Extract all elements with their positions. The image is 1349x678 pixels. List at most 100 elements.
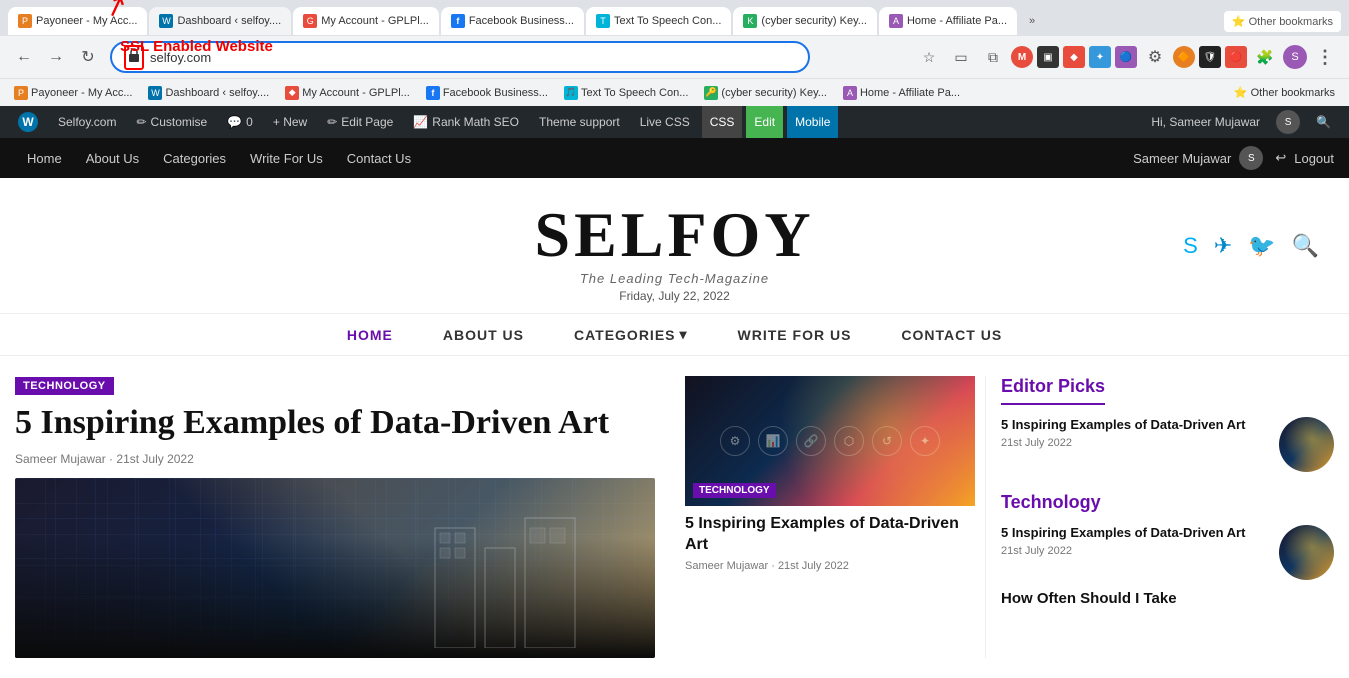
cast-icon[interactable]: ▭ bbox=[947, 43, 975, 71]
wp-rank-math[interactable]: 📈 Rank Math SEO bbox=[405, 106, 527, 138]
sidebar-thumb-2[interactable] bbox=[1279, 525, 1334, 580]
new-label: + New bbox=[273, 115, 307, 129]
secondary-article-title[interactable]: 5 Inspiring Examples of Data-Driven Art bbox=[685, 514, 975, 556]
ext7-icon[interactable]: 🛡 bbox=[1199, 46, 1221, 68]
site-nav-contact[interactable]: Contact Us bbox=[335, 138, 423, 178]
other-bookmarks-tab[interactable]: ⭐ Other bookmarks bbox=[1224, 11, 1341, 32]
wp-site-name[interactable]: Selfoy.com bbox=[50, 106, 124, 138]
skype-icon[interactable]: S bbox=[1183, 233, 1198, 259]
bookmark-tts[interactable]: 🎵 Text To Speech Con... bbox=[558, 84, 694, 102]
middle-column: ⚙ 📊 🔗 ⬡ ↺ ✦ TECHNOLOGY 5 Inspiring Examp… bbox=[675, 376, 985, 658]
bookmark-payoneer[interactable]: P Payoneer - My Acc... bbox=[8, 84, 138, 102]
tab-label: Text To Speech Con... bbox=[614, 15, 721, 27]
secondary-article: ⚙ 📊 🔗 ⬡ ↺ ✦ TECHNOLOGY 5 Inspiring Examp… bbox=[685, 376, 975, 572]
ext8-icon[interactable]: 🔴 bbox=[1225, 46, 1247, 68]
tech-icon-2: 📊 bbox=[758, 426, 788, 456]
tab-label: Payoneer - My Acc... bbox=[36, 15, 137, 27]
wp-edit-button[interactable]: Edit bbox=[746, 106, 783, 138]
logout-link[interactable]: Logout bbox=[1294, 151, 1334, 166]
main-nav-contact-label: CONTACT US bbox=[901, 327, 1002, 343]
wp-admin-bar: W Selfoy.com ✏ Customise 💬 0 + New ✏ Edi… bbox=[0, 106, 1349, 138]
main-nav-home[interactable]: HOME bbox=[347, 327, 393, 343]
secondary-thumbnail[interactable]: ⚙ 📊 🔗 ⬡ ↺ ✦ TECHNOLOGY bbox=[685, 376, 975, 506]
wp-logo-item[interactable]: W bbox=[10, 106, 46, 138]
ext1-icon[interactable]: ▣ bbox=[1037, 46, 1059, 68]
site-nav-about[interactable]: About Us bbox=[74, 138, 151, 178]
bookmark-gplpl[interactable]: ◆ My Account - GPLPl... bbox=[279, 84, 416, 102]
more-tabs-button[interactable]: » bbox=[1023, 11, 1041, 31]
main-article: TECHNOLOGY 5 Inspiring Examples of Data-… bbox=[15, 376, 675, 658]
tab-tts[interactable]: T Text To Speech Con... bbox=[586, 7, 731, 35]
css-label: CSS bbox=[710, 115, 735, 129]
tab-selfoy[interactable]: W Dashboard ‹ selfoy.... bbox=[149, 7, 291, 35]
bm-favicon: P bbox=[14, 86, 28, 100]
tab-payoneer[interactable]: P Payoneer - My Acc... bbox=[8, 7, 147, 35]
gmail-icon[interactable]: M bbox=[1011, 46, 1033, 68]
site-nav-home[interactable]: Home bbox=[15, 138, 74, 178]
main-nav-contact[interactable]: CONTACT US bbox=[901, 327, 1002, 343]
wp-edit-page[interactable]: ✏ Edit Page bbox=[319, 106, 401, 138]
wp-live-css[interactable]: Live CSS bbox=[632, 106, 698, 138]
profile-icon[interactable]: S bbox=[1283, 45, 1307, 69]
site-nav-write[interactable]: Write For Us bbox=[238, 138, 335, 178]
bm-favicon: f bbox=[426, 86, 440, 100]
bookmark-facebook[interactable]: f Facebook Business... bbox=[420, 84, 554, 102]
browser-action-icons: ☆ ▭ ⧉ M ▣ ◆ ✦ 🔵 ⚙ 🔶 🛡 🔴 🧩 S ⋮ bbox=[915, 43, 1339, 71]
wp-css-button[interactable]: CSS bbox=[702, 106, 743, 138]
sidebar-article-2-info: 5 Inspiring Examples of Data-Driven Art … bbox=[1001, 525, 1269, 557]
bm-favicon: A bbox=[843, 86, 857, 100]
ext5-icon[interactable]: ⚙ bbox=[1141, 43, 1169, 71]
bookmark-icon[interactable]: ☆ bbox=[915, 43, 943, 71]
wp-mobile-button[interactable]: Mobile bbox=[787, 106, 838, 138]
search-header-icon[interactable]: 🔍 bbox=[1292, 233, 1319, 259]
sidebar-article-1-date: 21st July 2022 bbox=[1001, 437, 1269, 449]
tab-gplpl[interactable]: G My Account - GPLPl... bbox=[293, 7, 439, 35]
bookmark-affiliate[interactable]: A Home - Affiliate Pa... bbox=[837, 84, 966, 102]
sidebar-article-2-title[interactable]: 5 Inspiring Examples of Data-Driven Art bbox=[1001, 525, 1269, 542]
refresh-button[interactable]: ↻ bbox=[74, 43, 102, 71]
forward-button[interactable]: → bbox=[42, 43, 70, 71]
technology-section: Technology 5 Inspiring Examples of Data-… bbox=[1001, 492, 1334, 607]
sidebar-last-item[interactable]: How Often Should I Take bbox=[1001, 590, 1334, 607]
nav-contact-label: Contact Us bbox=[347, 151, 411, 166]
wp-greeting[interactable]: Hi, Sameer Mujawar bbox=[1143, 106, 1268, 138]
extensions-button[interactable]: 🧩 bbox=[1251, 43, 1279, 71]
comment-icon: 💬 bbox=[227, 115, 242, 129]
main-nav-write[interactable]: WRITE FOR US bbox=[738, 327, 852, 343]
main-nav-categories[interactable]: CATEGORIES ▾ bbox=[574, 326, 688, 343]
ext2-icon[interactable]: ◆ bbox=[1063, 46, 1085, 68]
bookmark-label: Payoneer - My Acc... bbox=[31, 87, 132, 99]
tech-icon-5: ↺ bbox=[872, 426, 902, 456]
ext6-icon[interactable]: 🔶 bbox=[1173, 46, 1195, 68]
wp-comments[interactable]: 💬 0 bbox=[219, 106, 261, 138]
wp-theme-support[interactable]: Theme support bbox=[531, 106, 628, 138]
tab-label: Facebook Business... bbox=[469, 15, 574, 27]
other-bookmarks-button[interactable]: ⭐ Other bookmarks bbox=[1228, 84, 1341, 101]
tab-facebook[interactable]: f Facebook Business... bbox=[441, 7, 584, 35]
wp-search-admin[interactable]: 🔍 bbox=[1308, 106, 1339, 138]
wp-user-avatar[interactable]: S bbox=[1268, 106, 1308, 138]
sidebar-article-1-title[interactable]: 5 Inspiring Examples of Data-Driven Art bbox=[1001, 417, 1269, 434]
ext3-icon[interactable]: ✦ bbox=[1089, 46, 1111, 68]
tab-affiliate[interactable]: A Home - Affiliate Pa... bbox=[879, 7, 1017, 35]
address-box[interactable]: selfoy.com bbox=[110, 41, 810, 73]
bookmark-cyber[interactable]: 🔑 (cyber security) Key... bbox=[698, 84, 833, 102]
main-article-thumbnail[interactable] bbox=[15, 478, 655, 658]
back-button[interactable]: ← bbox=[10, 43, 38, 71]
zoom-icon[interactable]: ⧉ bbox=[979, 43, 1007, 71]
main-nav-about[interactable]: ABOUT US bbox=[443, 327, 524, 343]
bookmark-selfoy[interactable]: W Dashboard ‹ selfoy.... bbox=[142, 84, 275, 102]
wp-new[interactable]: + New bbox=[265, 106, 315, 138]
site-logo[interactable]: SELFOY bbox=[20, 203, 1329, 267]
wp-customise[interactable]: ✏ Customise bbox=[128, 106, 215, 138]
main-category-badge[interactable]: TECHNOLOGY bbox=[15, 377, 114, 395]
twitter-icon[interactable]: 🐦 bbox=[1248, 233, 1275, 259]
sidebar-article-2-date: 21st July 2022 bbox=[1001, 545, 1269, 557]
telegram-icon[interactable]: ✈ bbox=[1214, 233, 1232, 259]
more-options-button[interactable]: ⋮ bbox=[1311, 43, 1339, 71]
site-nav-categories[interactable]: Categories bbox=[151, 138, 238, 178]
sidebar-thumb-1[interactable] bbox=[1279, 417, 1334, 472]
tab-cyber[interactable]: K (cyber security) Key... bbox=[733, 7, 877, 35]
main-article-title[interactable]: 5 Inspiring Examples of Data-Driven Art bbox=[15, 403, 655, 444]
ext4-icon[interactable]: 🔵 bbox=[1115, 46, 1137, 68]
